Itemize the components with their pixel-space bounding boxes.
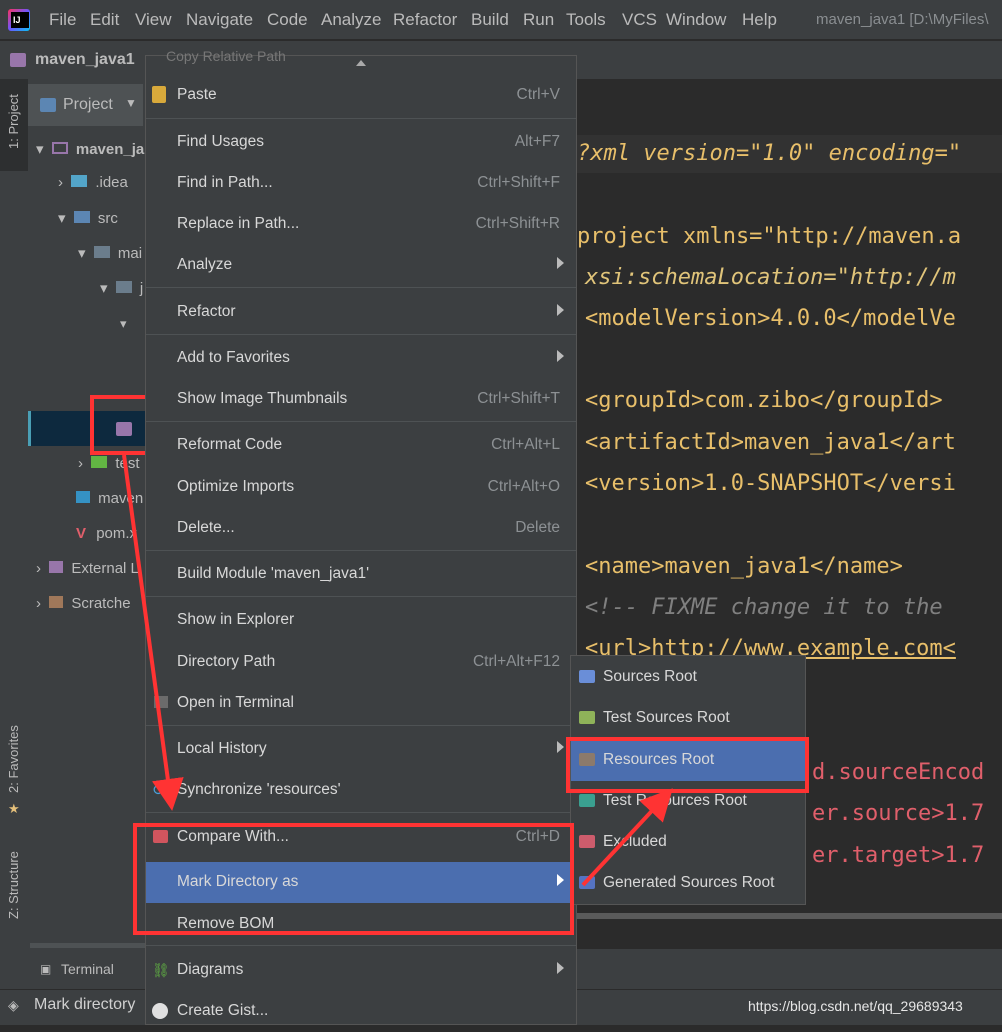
watermark-url: https://blog.csdn.net/qq_29689343 xyxy=(748,998,963,1014)
annotation-arrow-down xyxy=(122,454,184,811)
annotation-arrow-up xyxy=(581,788,673,887)
annotation-arrows xyxy=(122,454,673,887)
